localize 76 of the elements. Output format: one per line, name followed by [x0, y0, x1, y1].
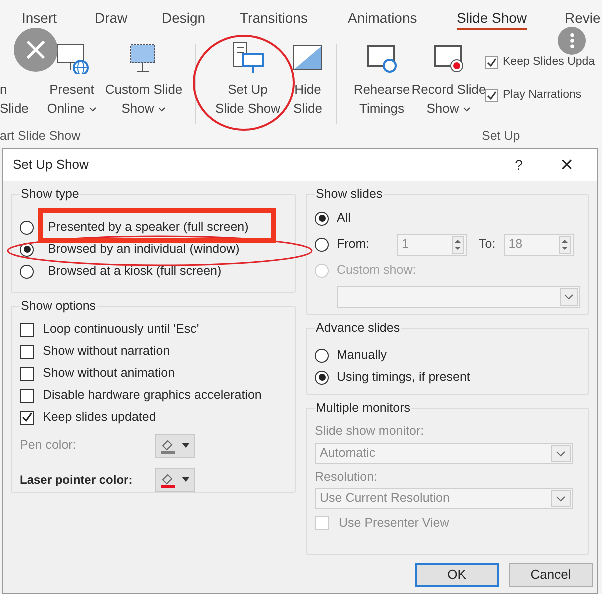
radio-button[interactable]: [315, 238, 329, 252]
monitor-globe-icon: [55, 42, 89, 74]
ribbon-command[interactable]: Hide Slide: [288, 42, 328, 118]
ribbon-tab[interactable]: Insert: [22, 8, 58, 30]
option-label: Browsed at a kiosk (full screen): [48, 263, 222, 280]
option-label: Presented by a speaker (full screen): [48, 219, 249, 236]
radio-button[interactable]: [315, 348, 329, 363]
option-label: All: [337, 210, 351, 228]
caret-icon: [182, 443, 190, 448]
checkbox-label[interactable]: Keep Slides Upda: [503, 54, 596, 72]
option-label: Manually: [337, 347, 388, 364]
field-label: To:: [479, 236, 496, 254]
group-title: Show options: [20, 298, 98, 315]
ribbon-command[interactable]: n Slide: [0, 80, 34, 118]
monitor-clock-icon: [365, 42, 399, 74]
radio-button[interactable]: [20, 264, 34, 279]
caret-icon: [182, 477, 190, 482]
help-button[interactable]: ?: [509, 154, 529, 176]
group-title: Multiple monitors: [315, 400, 412, 417]
monitor-record-icon: [432, 42, 466, 74]
chevron-down-icon: [551, 444, 571, 462]
option-label: Use Presenter View: [339, 514, 450, 532]
option-label: Disable hardware graphics acceleration: [43, 387, 262, 404]
close-icon: [26, 40, 46, 60]
checkbox[interactable]: [20, 366, 34, 381]
dialog-title: Set Up Show: [13, 156, 90, 174]
spinner-arrows-icon[interactable]: [452, 236, 464, 254]
check-icon: [486, 90, 496, 101]
radio-button[interactable]: [20, 220, 34, 235]
color-picker-button[interactable]: [155, 434, 195, 458]
checkbox[interactable]: [20, 388, 34, 403]
chevron-down-icon: [560, 288, 578, 306]
option-label: Browsed by an individual (window): [48, 241, 240, 258]
chevron-down-icon: [551, 490, 571, 508]
ribbon-command[interactable]: Present Online: [43, 42, 101, 118]
slide-setup-icon: [231, 42, 265, 74]
field-label: Laser pointer color:: [20, 472, 134, 489]
ribbon-tab[interactable]: Slide Show: [457, 8, 528, 30]
field-label: Resolution:: [315, 468, 379, 486]
radio-button[interactable]: [315, 370, 329, 385]
option-label: Keep slides updated: [43, 409, 156, 426]
group-label: art Slide Show: [0, 128, 82, 145]
dialog-button[interactable]: Cancel: [509, 563, 593, 587]
check-icon: [486, 58, 496, 68]
close-button[interactable]: ×: [557, 154, 577, 176]
group-title: Show slides: [315, 186, 384, 203]
dialog-button[interactable]: OK: [415, 563, 499, 587]
group-label: Set Up: [482, 128, 520, 145]
ribbon-tab[interactable]: Transitions: [240, 8, 308, 30]
ribbon-tab[interactable]: Design: [162, 8, 206, 30]
option-label: Show without animation: [43, 365, 176, 382]
group-title: Show type: [20, 186, 80, 203]
field-label: Pen color:: [20, 437, 78, 454]
checkbox[interactable]: [20, 322, 34, 337]
checkbox[interactable]: [20, 344, 34, 359]
option-label: Loop continuously until 'Esc': [43, 321, 200, 338]
field-label: Slide show monitor:: [315, 422, 426, 440]
radio-button[interactable]: [315, 212, 329, 226]
checkbox[interactable]: [485, 56, 498, 70]
checkbox[interactable]: [485, 89, 498, 102]
more-icon: [570, 33, 574, 49]
ribbon-command[interactable]: Custom Slide Show: [101, 42, 187, 118]
ribbon-command[interactable]: Rehearse Timings: [353, 42, 411, 118]
option-label: Show without narration: [43, 343, 170, 360]
ribbon-command[interactable]: Record Slide Show: [413, 42, 485, 118]
color-picker-button[interactable]: [155, 468, 195, 492]
group-title: Advance slides: [315, 320, 402, 337]
spinner-arrows-icon[interactable]: [558, 236, 571, 254]
checkbox[interactable]: [20, 410, 34, 425]
ribbon-tab[interactable]: Animations: [348, 8, 418, 30]
ribbon-tab[interactable]: Draw: [95, 8, 128, 30]
option-label: Custom show:: [337, 262, 416, 280]
option-label: Using timings, if present: [337, 369, 470, 386]
ribbon-tab[interactable]: Revie: [565, 8, 601, 30]
checkbox-label[interactable]: Play Narrations: [503, 87, 582, 104]
option-label: From:: [337, 236, 371, 254]
